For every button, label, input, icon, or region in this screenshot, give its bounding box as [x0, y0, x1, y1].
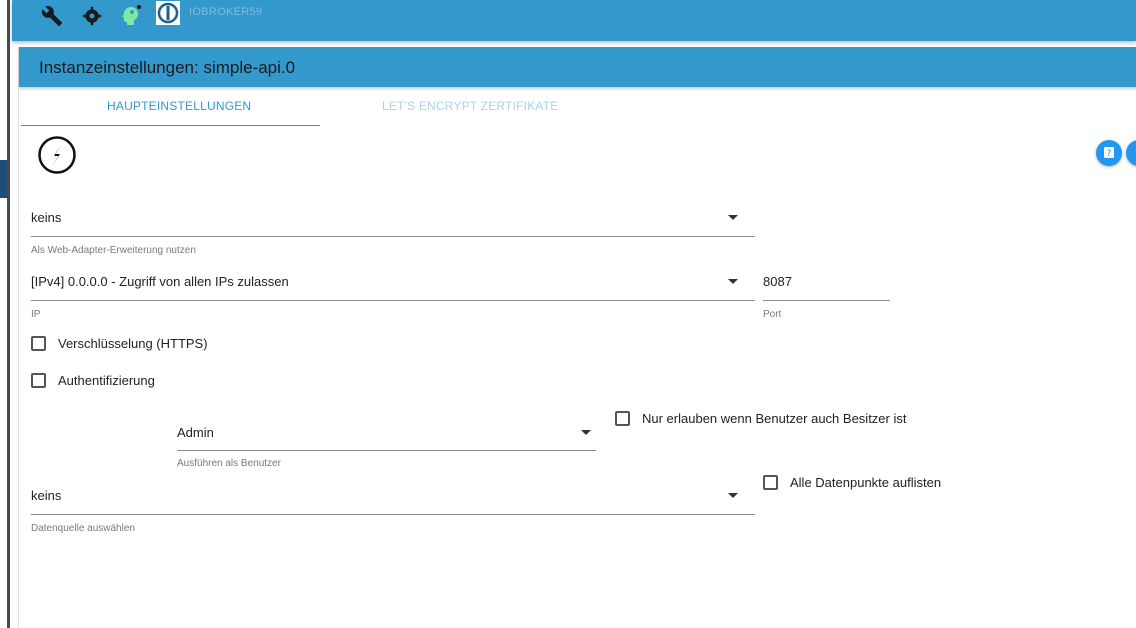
top-toolbar: IOBROKER59 — [12, 0, 1136, 41]
help-icon: ? — [1104, 147, 1114, 159]
port-helper: Port — [763, 309, 782, 320]
https-checkbox[interactable] — [31, 336, 46, 351]
ip-helper: IP — [31, 309, 41, 320]
run-as-user-underline — [177, 450, 596, 451]
ip-underline — [31, 300, 755, 301]
adapter-logo-icon — [37, 135, 77, 175]
https-label: Verschlüsselung (HTTPS) — [58, 336, 208, 351]
gear-icon[interactable] — [80, 4, 104, 28]
owner-only-checkbox[interactable] — [615, 411, 630, 426]
chevron-down-icon — [728, 215, 738, 220]
chevron-down-icon — [728, 493, 738, 498]
ip-select[interactable]: [IPv4] 0.0.0.0 - Zugriff von allen IPs z… — [31, 271, 755, 321]
iobroker-logo-icon[interactable] — [156, 1, 180, 25]
panel-header: Instanzeinstellungen: simple-api.0 — [19, 47, 1136, 87]
datasource-underline — [31, 514, 755, 515]
run-as-user-value: Admin — [177, 425, 214, 440]
svg-text:?: ? — [1107, 149, 1112, 159]
chevron-down-icon — [728, 279, 738, 284]
left-edge — [0, 0, 10, 628]
info-icon — [1132, 146, 1136, 160]
secondary-action-button[interactable] — [1126, 140, 1136, 166]
web-adapter-helper: Als Web-Adapter-Erweiterung nutzen — [31, 245, 196, 256]
list-all-checkbox-row[interactable]: Alle Datenpunkte auflisten — [763, 475, 941, 490]
list-all-label: Alle Datenpunkte auflisten — [790, 475, 942, 490]
auth-checkbox[interactable] — [31, 373, 46, 388]
tab-letsencrypt[interactable]: LET'S ENCRYPT ZERTIFIKATE — [382, 99, 558, 113]
run-as-user-helper: Ausführen als Benutzer — [177, 458, 281, 469]
web-adapter-underline — [31, 236, 755, 237]
help-button[interactable]: ? — [1096, 140, 1122, 166]
datasource-value: keins — [31, 488, 62, 503]
web-adapter-value: keins — [31, 210, 62, 225]
port-underline — [763, 300, 890, 301]
list-all-checkbox[interactable] — [763, 475, 778, 490]
owner-only-label: Nur erlauben wenn Benutzer auch Besitzer… — [642, 411, 907, 426]
page: IOBROKER59 Instanzeinstellungen: simple-… — [0, 0, 1136, 628]
datasource-select[interactable]: keins Datenquelle auswählen — [31, 485, 755, 535]
head-icon[interactable] — [118, 4, 142, 28]
left-edge-tab[interactable] — [0, 160, 7, 198]
host-name: IOBROKER59 — [189, 6, 263, 18]
page-title: Instanzeinstellungen: simple-api.0 — [39, 58, 296, 77]
tab-main-settings[interactable]: HAUPTEINSTELLUNGEN — [107, 99, 251, 113]
run-as-user-select[interactable]: Admin Ausführen als Benutzer — [177, 421, 596, 471]
auth-label: Authentifizierung — [58, 373, 155, 388]
owner-only-checkbox-row[interactable]: Nur erlauben wenn Benutzer auch Besitzer… — [615, 411, 906, 426]
instance-settings-panel: Instanzeinstellungen: simple-api.0 HAUPT… — [18, 47, 1136, 628]
datasource-helper: Datenquelle auswählen — [31, 523, 135, 534]
ip-value: [IPv4] 0.0.0.0 - Zugriff von allen IPs z… — [31, 274, 289, 289]
https-checkbox-row[interactable]: Verschlüsselung (HTTPS) — [31, 336, 208, 351]
port-value: 8087 — [763, 274, 792, 289]
wrench-icon[interactable] — [40, 4, 64, 28]
port-field[interactable]: 8087 Port — [763, 271, 890, 321]
web-adapter-select[interactable]: keins Als Web-Adapter-Erweiterung nutzen — [31, 207, 755, 257]
auth-checkbox-row[interactable]: Authentifizierung — [31, 373, 155, 388]
left-edge-divider — [7, 0, 10, 628]
tab-active-indicator — [21, 125, 320, 126]
chevron-down-icon — [581, 430, 591, 435]
